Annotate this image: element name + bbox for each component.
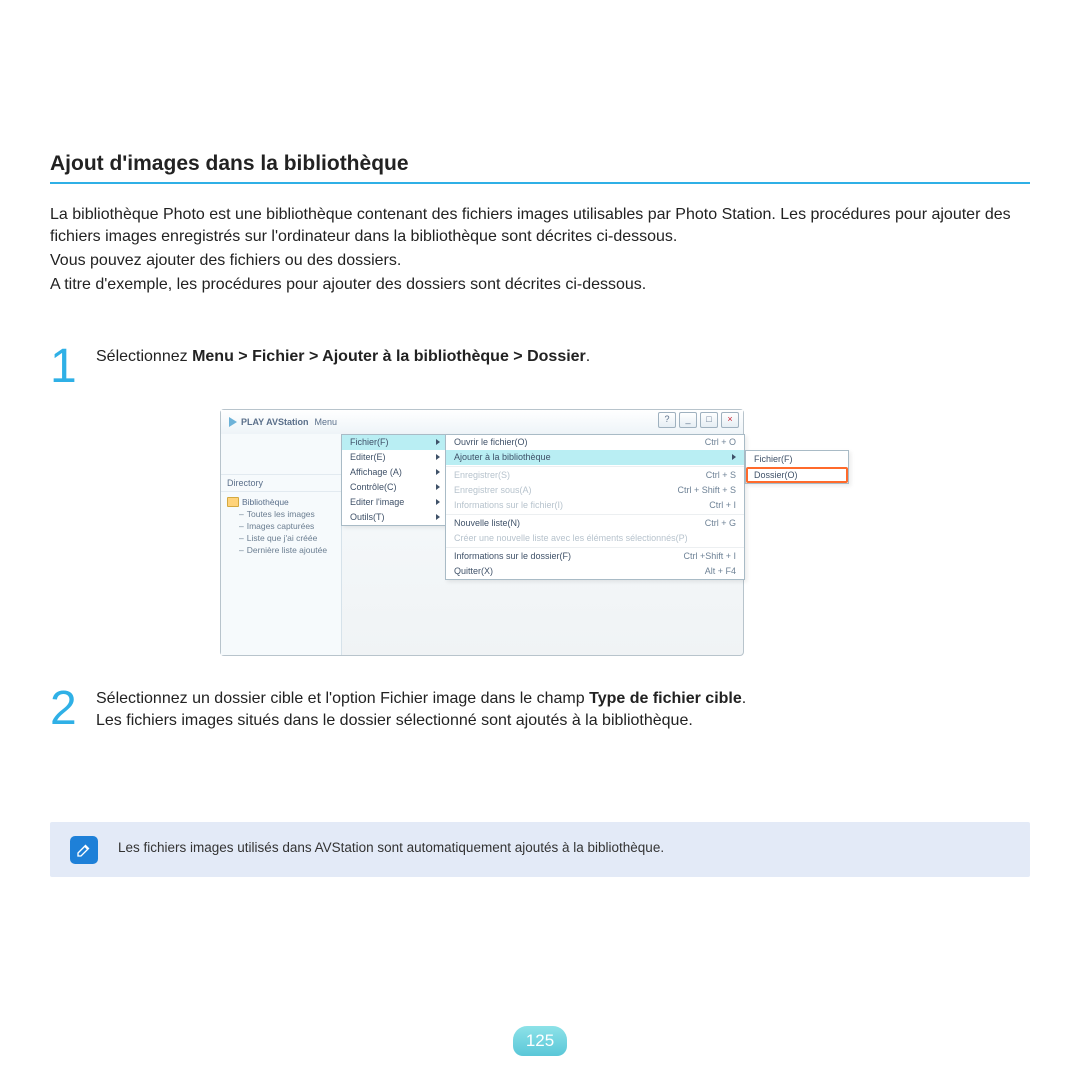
minimize-button[interactable]: _ <box>679 412 697 428</box>
menu2-item-enregistrer[interactable]: Enregistrer(S) Ctrl + S <box>446 468 744 483</box>
menu-level-2: Ouvrir le fichier(O) Ctrl + O Ajouter à l… <box>445 434 745 580</box>
menu1-label: Editer l'image <box>350 497 404 507</box>
shortcut-label: Ctrl + S <box>706 470 736 480</box>
menu2-label: Enregistrer(S) <box>454 470 510 480</box>
page-number: 125 <box>526 1031 554 1051</box>
menu2-label: Informations sur le dossier(F) <box>454 551 571 561</box>
menu2-label: Créer une nouvelle liste avec les élémen… <box>454 533 688 543</box>
sidebar-tree: Bibliothèque Toutes les images Images ca… <box>221 492 341 556</box>
chevron-right-icon <box>436 454 440 460</box>
chevron-right-icon <box>436 469 440 475</box>
menu1-label: Fichier(F) <box>350 437 389 447</box>
chevron-right-icon <box>436 439 440 445</box>
intro-paragraph-3: A titre d'exemple, les procédures pour a… <box>50 274 1030 296</box>
menu3-item-fichier[interactable]: Fichier(F) <box>746 451 848 467</box>
menu-separator <box>446 547 744 548</box>
page-number-badge: 125 <box>513 1026 567 1056</box>
menu2-label: Ajouter à la bibliothèque <box>454 452 551 462</box>
menu1-label: Outils(T) <box>350 512 385 522</box>
tree-item[interactable]: Liste que j'ai créée <box>227 532 341 544</box>
tree-item[interactable]: Toutes les images <box>227 508 341 520</box>
sidebar-header: Directory <box>221 474 341 492</box>
close-button[interactable]: × <box>721 412 739 428</box>
window-titlebar[interactable]: PLAY AVStation Menu ? _ □ × <box>221 410 743 435</box>
menu1-item-editer-image[interactable]: Editer l'image <box>342 495 446 510</box>
section-title: Ajout d'images dans la bibliothèque <box>50 152 1030 176</box>
window-buttons: ? _ □ × <box>658 412 739 428</box>
shortcut-label: Ctrl + Shift + S <box>677 485 736 495</box>
shortcut-label: Ctrl + O <box>705 437 736 447</box>
menu2-item-nouvelle-liste[interactable]: Nouvelle liste(N) Ctrl + G <box>446 516 744 531</box>
chevron-right-icon <box>436 499 440 505</box>
menu2-item-info-dossier[interactable]: Informations sur le dossier(F) Ctrl +Shif… <box>446 549 744 564</box>
chevron-right-icon <box>436 484 440 490</box>
menu1-label: Contrôle(C) <box>350 482 397 492</box>
step-2-line1b: Type de fichier cible <box>589 690 742 707</box>
step-1-path: Menu > Fichier > Ajouter à la bibliothèq… <box>192 348 586 365</box>
intro-paragraph-2: Vous pouvez ajouter des fichiers ou des … <box>50 250 1030 272</box>
menu2-item-enregistrer-sous[interactable]: Enregistrer sous(A) Ctrl + Shift + S <box>446 483 744 498</box>
menu1-item-outils[interactable]: Outils(T) <box>342 510 446 525</box>
help-button[interactable]: ? <box>658 412 676 428</box>
tree-root[interactable]: Bibliothèque <box>227 496 341 508</box>
step-number: 1 <box>50 348 90 386</box>
menu-separator <box>446 514 744 515</box>
menu2-label: Nouvelle liste(N) <box>454 518 520 528</box>
menu-level-1: Fichier(F) Editer(E) Affichage (A) Contr… <box>341 434 447 526</box>
menu2-item-info-fichier[interactable]: Informations sur le fichier(I) Ctrl + I <box>446 498 744 513</box>
shortcut-label: Alt + F4 <box>705 566 736 576</box>
tree-item[interactable]: Images capturées <box>227 520 341 532</box>
menu-level-3: Fichier(F) Dossier(O) <box>745 450 849 484</box>
shortcut-label: Ctrl + G <box>705 518 736 528</box>
step-2: 2 Sélectionnez un dossier cible et l'opt… <box>50 686 1030 733</box>
title-rule <box>50 182 1030 184</box>
screenshot: PLAY AVStation Menu ? _ □ × Directory <box>220 409 852 656</box>
folder-icon <box>227 497 239 507</box>
step-1: 1 Sélectionnez Menu > Fichier > Ajouter … <box>50 344 1030 386</box>
menu1-item-editer[interactable]: Editer(E) <box>342 450 446 465</box>
step-2-line1c: . <box>742 690 746 707</box>
menu2-item-creer-liste[interactable]: Créer une nouvelle liste avec les élémen… <box>446 531 744 546</box>
maximize-button[interactable]: □ <box>700 412 718 428</box>
menu2-label: Quitter(X) <box>454 566 493 576</box>
menu2-label: Enregistrer sous(A) <box>454 485 532 495</box>
step-1-body: Sélectionnez Menu > Fichier > Ajouter à … <box>96 344 1030 368</box>
menu1-item-fichier[interactable]: Fichier(F) <box>342 435 446 450</box>
menu3-item-dossier[interactable]: Dossier(O) <box>746 467 848 483</box>
step-2-line1a: Sélectionnez un dossier cible et l'optio… <box>96 690 589 707</box>
step-number: 2 <box>50 690 90 728</box>
step-2-line2: Les fichiers images situés dans le dossi… <box>96 712 693 729</box>
menu2-label: Ouvrir le fichier(O) <box>454 437 528 447</box>
shortcut-label: Ctrl + I <box>709 500 736 510</box>
sidebar: Directory Bibliothèque Toutes les images… <box>221 434 342 655</box>
app-window: PLAY AVStation Menu ? _ □ × Directory <box>220 409 744 656</box>
window-menu-label[interactable]: Menu <box>315 417 338 427</box>
step-1-post: . <box>586 348 590 365</box>
note-text: Les fichiers images utilisés dans AVStat… <box>118 840 664 855</box>
chevron-right-icon <box>436 514 440 520</box>
app-logo-icon <box>229 417 237 427</box>
menu2-item-ajouter[interactable]: Ajouter à la bibliothèque <box>446 450 744 465</box>
note-box: Les fichiers images utilisés dans AVStat… <box>50 822 1030 877</box>
pencil-icon <box>70 836 98 864</box>
tree-item[interactable]: Dernière liste ajoutée <box>227 544 341 556</box>
menu1-item-controle[interactable]: Contrôle(C) <box>342 480 446 495</box>
menu2-label: Informations sur le fichier(I) <box>454 500 563 510</box>
intro-paragraph-1: La bibliothèque Photo est une bibliothèq… <box>50 204 1030 248</box>
window-title: PLAY AVStation <box>241 417 309 427</box>
menu2-item-quitter[interactable]: Quitter(X) Alt + F4 <box>446 564 744 579</box>
chevron-right-icon <box>732 454 736 460</box>
tree-root-label: Bibliothèque <box>242 497 289 507</box>
step-1-pre: Sélectionnez <box>96 348 192 365</box>
menu1-label: Editer(E) <box>350 452 386 462</box>
step-2-body: Sélectionnez un dossier cible et l'optio… <box>96 686 1030 733</box>
menu-separator <box>446 466 744 467</box>
shortcut-label: Ctrl +Shift + I <box>683 551 736 561</box>
menu2-item-ouvrir[interactable]: Ouvrir le fichier(O) Ctrl + O <box>446 435 744 450</box>
menu1-label: Affichage (A) <box>350 467 402 477</box>
menu1-item-affichage[interactable]: Affichage (A) <box>342 465 446 480</box>
